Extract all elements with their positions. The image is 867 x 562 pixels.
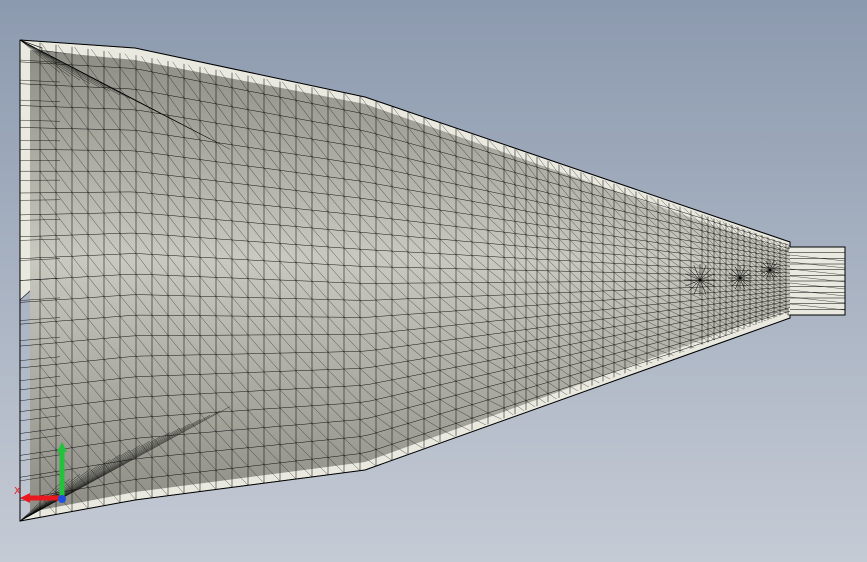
x-axis-label: X bbox=[14, 486, 21, 497]
axis-triad: X bbox=[14, 442, 67, 503]
graphics-viewport[interactable]: X bbox=[0, 0, 867, 562]
x-axis-arrow-icon bbox=[20, 493, 30, 503]
y-axis-arrow-icon bbox=[57, 442, 67, 452]
z-axis-icon bbox=[58, 495, 66, 503]
mesh-view[interactable] bbox=[0, 0, 867, 562]
